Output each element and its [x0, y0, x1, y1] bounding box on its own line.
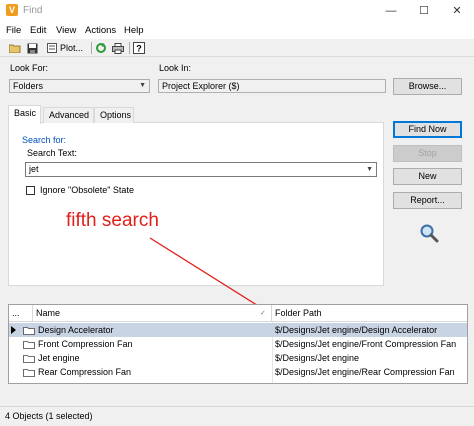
maximize-button[interactable]: ☐	[414, 3, 434, 19]
print-preview-icon	[46, 43, 57, 53]
open-folder-icon[interactable]	[8, 41, 22, 55]
tab-advanced[interactable]: Advanced	[43, 107, 94, 123]
toolbar-divider	[91, 42, 92, 54]
chevron-down-icon[interactable]: ▼	[366, 163, 373, 176]
refresh-icon[interactable]	[94, 41, 108, 55]
look-for-select[interactable]: Folders ▼	[9, 79, 150, 93]
menu-bar: File Edit View Actions Help	[0, 22, 474, 39]
table-row[interactable]: Rear Compression Fan $/Designs/Jet engine…	[9, 365, 467, 379]
look-for-value: Folders	[13, 81, 44, 91]
close-button[interactable]: ✕	[447, 3, 467, 19]
status-text: 4 Objects (1 selected)	[5, 411, 93, 421]
table-row[interactable]: Jet engine $/Designs/Jet engine	[9, 351, 467, 365]
search-text-label: Search Text:	[27, 148, 77, 158]
menu-help[interactable]: Help	[124, 25, 144, 36]
annotation-text: fifth search	[66, 210, 159, 231]
row-folder-path: $/Designs/Jet engine	[275, 353, 360, 363]
search-for-label: Search for:	[22, 135, 67, 145]
row-name: Design Accelerator	[38, 325, 114, 335]
new-button[interactable]: New	[393, 168, 462, 185]
row-folder-path: $/Designs/Jet engine/Design Accelerator	[275, 325, 438, 335]
minimize-button[interactable]: —	[381, 3, 401, 19]
folder-icon	[23, 369, 35, 377]
print-icon[interactable]	[111, 41, 125, 55]
menu-view[interactable]: View	[56, 25, 76, 36]
title-bar: V Find — ☐ ✕	[0, 0, 474, 22]
table-row[interactable]: Design Accelerator $/Designs/Jet engine/D…	[9, 323, 467, 337]
menu-edit[interactable]: Edit	[30, 25, 46, 36]
table-row[interactable]: Front Compression Fan $/Designs/Jet engin…	[9, 337, 467, 351]
column-header-folder-path[interactable]: Folder Path	[272, 305, 467, 322]
basic-tab-panel: Search for: Search Text: jet ▼ Ignore "O…	[8, 122, 384, 286]
plot-button[interactable]: Plot...	[42, 41, 88, 55]
magnifier-icon	[419, 223, 439, 243]
menu-file[interactable]: File	[6, 25, 21, 36]
folder-icon	[23, 355, 35, 363]
folder-icon	[23, 341, 35, 349]
report-button[interactable]: Report...	[393, 192, 462, 209]
stop-button[interactable]: Stop	[393, 145, 462, 162]
status-bar: 4 Objects (1 selected)	[0, 406, 474, 426]
help-icon[interactable]: ?	[132, 41, 146, 55]
search-text-value: jet	[29, 164, 39, 174]
look-in-label: Look In:	[159, 63, 192, 73]
look-for-label: Look For:	[10, 63, 49, 73]
menu-actions[interactable]: Actions	[85, 25, 116, 36]
window-title: Find	[23, 5, 43, 16]
toolbar-divider	[129, 42, 130, 54]
chevron-down-icon: ▼	[139, 82, 146, 89]
folder-icon	[23, 327, 35, 335]
plot-label: Plot...	[59, 43, 83, 53]
find-now-button[interactable]: Find Now	[393, 121, 462, 138]
row-name: Jet engine	[38, 353, 80, 363]
search-text-input[interactable]: jet ▼	[25, 162, 377, 177]
app-logo-icon: V	[6, 4, 18, 16]
toolbar: Plot... ?	[0, 39, 474, 57]
save-icon[interactable]	[25, 41, 39, 55]
column-header-name[interactable]: Name	[33, 305, 272, 322]
grid-header: ... Name Folder Path ✓	[9, 305, 467, 322]
results-grid: ... Name Folder Path ✓ Design Accelerato…	[8, 304, 468, 384]
row-name: Rear Compression Fan	[38, 367, 132, 377]
row-folder-path: $/Designs/Jet engine/Rear Compression Fa…	[275, 367, 455, 377]
tab-basic[interactable]: Basic	[8, 105, 41, 124]
row-indicator-icon	[11, 326, 16, 334]
browse-button[interactable]: Browse...	[393, 78, 462, 95]
ignore-obsolete-checkbox[interactable]	[26, 186, 35, 195]
sort-indicator-icon: ✓	[260, 310, 266, 317]
tab-options[interactable]: Options	[94, 107, 134, 123]
ignore-obsolete-label: Ignore "Obsolete" State	[40, 185, 134, 195]
row-name: Front Compression Fan	[38, 339, 133, 349]
look-in-field: Project Explorer ($)	[158, 79, 386, 93]
svg-text:?: ?	[136, 44, 142, 54]
column-header-more[interactable]: ...	[9, 305, 33, 322]
row-folder-path: $/Designs/Jet engine/Front Compression F…	[275, 339, 457, 349]
